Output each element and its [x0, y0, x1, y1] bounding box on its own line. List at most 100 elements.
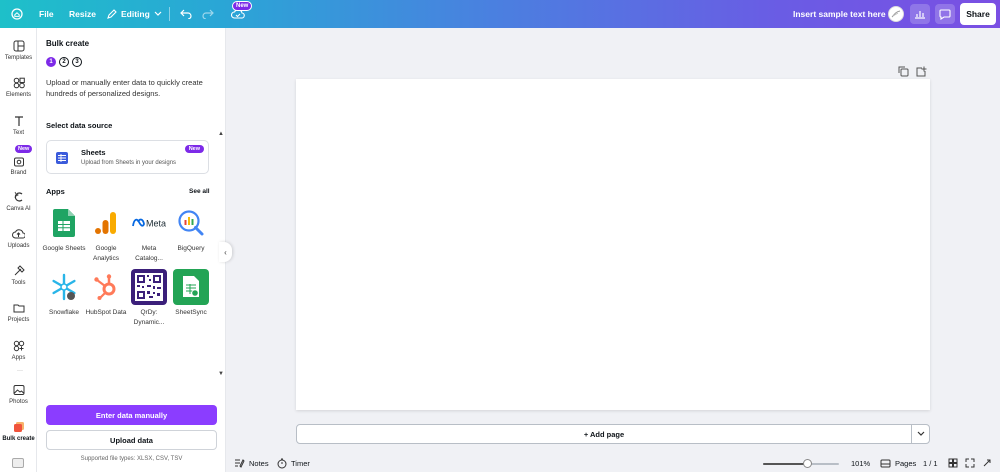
hubspot-icon — [88, 269, 124, 305]
design-canvas-page[interactable] — [296, 79, 930, 410]
rail-item-elements[interactable]: Elements — [0, 77, 37, 98]
insights-icon[interactable] — [910, 4, 930, 24]
app-name: Google Analytics — [92, 245, 119, 262]
notes-icon — [235, 459, 245, 468]
add-page-icon[interactable] — [916, 64, 928, 77]
pencil-icon — [107, 9, 117, 19]
timer-icon — [277, 458, 287, 468]
rail-label: Canva AI — [6, 206, 31, 212]
supported-file-types: Supported file types: XLSX, CSV, TSV — [80, 456, 183, 462]
rail-label: Uploads — [7, 243, 30, 249]
scroll-down-icon[interactable]: ▼ — [218, 371, 224, 377]
zoom-slider-thumb[interactable] — [802, 459, 812, 468]
timer-button[interactable]: Timer — [277, 457, 310, 469]
rail-item-canva-ai[interactable]: Canva AI — [0, 191, 37, 212]
pages-label: Pages — [895, 458, 917, 468]
redo-icon[interactable] — [202, 0, 214, 28]
rail-extra-icon[interactable] — [12, 458, 24, 468]
timer-label: Timer — [291, 458, 310, 468]
zoom-slider[interactable] — [763, 463, 839, 465]
snowflake-icon — [46, 269, 82, 305]
add-page-options-button[interactable] — [911, 424, 930, 444]
panel-title: Bulk create — [46, 39, 90, 48]
grid-view-icon[interactable] — [948, 457, 958, 469]
zoom-level[interactable]: 101% — [851, 457, 870, 469]
rail-item-text[interactable]: Text — [0, 115, 37, 136]
fullscreen-icon[interactable] — [965, 457, 975, 469]
sheets-title: Sheets — [81, 148, 106, 157]
rail-item-bulk-create[interactable]: Bulk create — [0, 421, 37, 442]
rail-item-uploads[interactable]: Uploads — [0, 228, 37, 249]
app-name: QrDy: Dynamic... — [133, 309, 165, 326]
enter-data-manually-button[interactable]: Enter data manually — [46, 405, 217, 425]
top-bar: File Resize Editing New Insert sample te… — [0, 0, 1000, 28]
bottom-bar: Notes Timer 101% Pages 1 / 1 — [226, 454, 1000, 472]
duplicate-page-icon[interactable] — [898, 64, 910, 77]
rail-item-projects[interactable]: Projects — [0, 302, 37, 323]
rail-new-badge: New — [15, 145, 33, 153]
file-menu-button[interactable]: File — [39, 0, 54, 28]
new-badge: New — [232, 1, 253, 11]
pages-icon — [880, 459, 891, 467]
home-icon[interactable] — [11, 0, 25, 28]
rail-label: Text — [12, 130, 24, 136]
see-all-link[interactable]: See all — [189, 188, 210, 195]
google-analytics-icon — [88, 205, 124, 241]
new-badge: New — [184, 145, 204, 153]
app-snowflake[interactable]: Snowflake — [43, 269, 85, 318]
page-count: 1 / 1 — [923, 458, 938, 468]
sheets-icon — [56, 152, 68, 164]
upload-data-button[interactable]: Upload data — [46, 430, 217, 450]
add-page-button[interactable]: + Add page — [296, 424, 912, 444]
app-google-sheets[interactable]: Google Sheets — [42, 205, 86, 254]
rail-item-templates[interactable]: Templates — [0, 40, 37, 61]
bulk-create-icon — [13, 422, 24, 432]
rail-item-photos[interactable]: Photos — [0, 384, 37, 405]
sheets-source-card[interactable]: Sheets Upload from Sheets in your design… — [46, 140, 209, 174]
avatar[interactable] — [888, 6, 904, 22]
rail-label: Photos — [9, 399, 28, 405]
zoom-slider-fill — [763, 463, 808, 465]
step-1: 1 — [46, 57, 56, 67]
app-google-analytics[interactable]: Google Analytics — [85, 205, 127, 264]
meta-icon: Meta — [131, 205, 167, 241]
comment-icon[interactable] — [935, 4, 955, 24]
step-3: 3 — [72, 57, 82, 67]
projects-icon — [13, 304, 24, 313]
chevron-down-icon — [154, 11, 162, 16]
undo-icon[interactable] — [180, 0, 192, 28]
app-name: BigQuery — [177, 245, 205, 252]
more-dots-icon[interactable]: ··· — [17, 368, 23, 374]
rail-item-brand[interactable]: Brand — [0, 155, 37, 176]
rail-item-tools[interactable]: Tools — [0, 265, 37, 286]
rail-label: Bulk create — [2, 436, 35, 442]
app-sheetsync[interactable]: SheetSync — [170, 269, 212, 318]
rail-label: Tools — [11, 280, 26, 286]
app-bigquery[interactable]: BigQuery — [170, 205, 212, 254]
app-meta-catalog[interactable]: Meta Meta Catalog... — [128, 205, 170, 264]
app-name: Meta Catalog... — [135, 245, 163, 262]
help-icon[interactable] — [982, 457, 992, 469]
collapse-panel-button[interactable]: ‹ — [219, 242, 232, 262]
share-button[interactable]: Share — [960, 3, 996, 25]
app-name: Snowflake — [49, 309, 79, 316]
text-icon — [14, 116, 23, 126]
resize-button[interactable]: Resize — [69, 0, 96, 28]
rail-item-apps[interactable]: Apps — [0, 340, 37, 361]
sample-text-link[interactable]: Insert sample text here — [793, 0, 886, 28]
rail-label: Projects — [7, 317, 30, 323]
notes-button[interactable]: Notes — [234, 457, 269, 469]
editing-mode-button[interactable]: Editing — [107, 0, 166, 28]
scroll-up-icon[interactable]: ▲ — [218, 131, 224, 137]
sheetsync-icon — [173, 269, 209, 305]
pages-button[interactable]: Pages — [880, 457, 916, 469]
tools-icon — [14, 265, 25, 276]
brand-icon — [13, 157, 24, 167]
rail-label: Apps — [11, 355, 26, 361]
rail-label: Templates — [4, 55, 33, 61]
app-name: HubSpot Data — [85, 309, 127, 316]
apps-icon — [13, 340, 24, 352]
app-hubspot-data[interactable]: HubSpot Data — [85, 269, 127, 318]
step-indicator: 1 2 3 — [46, 57, 82, 67]
app-qrdy[interactable]: QrDy: Dynamic... — [128, 269, 170, 328]
